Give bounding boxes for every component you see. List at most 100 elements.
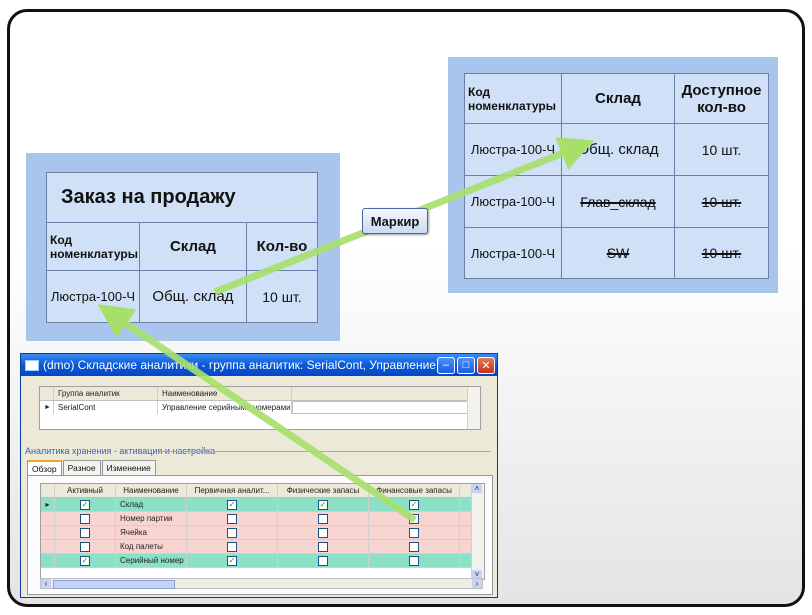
dimensions-grid-hscroll[interactable]: ‹ › — [40, 578, 483, 589]
close-icon[interactable]: ✕ — [477, 356, 495, 374]
dimension-name-cell[interactable]: Номер партии — [116, 512, 187, 525]
checkbox-financial[interactable] — [409, 541, 419, 552]
group-grid-input[interactable] — [292, 401, 468, 414]
av-row2-warehouse: Глав_склад — [561, 175, 675, 228]
dimensions-grid-row[interactable]: Код палеты — [41, 540, 484, 554]
group-grid-vscroll[interactable] — [467, 387, 480, 429]
av-row3-warehouse: SW — [561, 227, 675, 279]
active-cell: ✓ — [55, 554, 116, 567]
active-cell — [55, 526, 116, 539]
dimensions-grid[interactable]: Активный Наименование Первичная аналит..… — [40, 483, 485, 580]
maximize-icon[interactable]: □ — [457, 356, 475, 374]
physical-cell — [278, 512, 369, 525]
dimension-name-cell[interactable]: Код палеты — [116, 540, 187, 553]
checkbox-financial[interactable] — [409, 555, 419, 566]
checkbox-primary[interactable] — [227, 527, 237, 538]
financial-cell — [369, 554, 460, 567]
av-row1-qty: 10 шт. — [674, 123, 769, 176]
physical-cell — [278, 554, 369, 567]
window-app-icon — [25, 359, 39, 371]
dimensions-grid-row[interactable]: Номер партии — [41, 512, 484, 526]
window-title: (dmo) Складские аналитики - группа анали… — [43, 358, 437, 372]
checkbox-financial[interactable] — [409, 527, 419, 538]
checkbox-primary[interactable] — [227, 541, 237, 552]
financial-cell — [369, 526, 460, 539]
tab-misc[interactable]: Разное — [62, 460, 101, 476]
checkbox-physical[interactable]: ✓ — [318, 499, 328, 510]
checkbox-active[interactable] — [80, 527, 90, 538]
physical-cell: ✓ — [278, 498, 369, 511]
scroll-up-icon[interactable]: ˄ — [472, 484, 482, 493]
av-row1-warehouse: Общ. склад — [561, 123, 675, 176]
row-pointer-icon — [41, 526, 55, 539]
minimize-icon[interactable]: – — [437, 356, 455, 374]
group-grid[interactable]: Группа аналитик Наименование ► SerialCon… — [39, 386, 481, 430]
checkbox-physical[interactable] — [318, 555, 328, 566]
hscroll-thumb[interactable] — [53, 580, 175, 589]
av-header-warehouse: Склад — [561, 73, 675, 124]
primary-cell — [187, 540, 278, 553]
name-col-header[interactable]: Наименование — [158, 387, 292, 400]
primary-cell — [187, 526, 278, 539]
availability-table: Код номенклатуры Склад Доступное кол-во … — [464, 73, 769, 279]
dimension-name-cell[interactable]: Склад — [116, 498, 187, 511]
group-grid-header: Группа аналитик Наименование — [40, 387, 480, 401]
checkbox-financial[interactable]: ✓ — [409, 499, 419, 510]
marker-callout: Маркир — [362, 208, 428, 234]
group-col-header[interactable]: Группа аналитик — [54, 387, 158, 400]
so-header-qty: Кол-во — [245, 222, 319, 271]
checkbox-physical[interactable] — [318, 513, 328, 524]
name-cell[interactable]: Управление серийными номерами — [158, 401, 292, 414]
av-row1-code: Люстра-100-Ч — [464, 123, 562, 176]
dimension-name-cell[interactable]: Серийный номер — [116, 554, 187, 567]
dimensions-grid-vscroll[interactable]: ˄ ˅ — [471, 484, 484, 579]
tab-change[interactable]: Изменение — [101, 460, 156, 476]
tab-bar: Обзор Разное Изменение — [27, 460, 157, 476]
row-pointer-icon: ► — [40, 401, 54, 414]
primary-cell: ✓ — [187, 498, 278, 511]
checkbox-primary[interactable]: ✓ — [227, 555, 237, 566]
dimensions-grid-row[interactable]: Ячейка — [41, 526, 484, 540]
dimensions-grid-row[interactable]: ▸ ✓ Склад ✓ ✓ ✓ — [41, 498, 484, 512]
checkbox-financial[interactable] — [409, 513, 419, 524]
window-titlebar[interactable]: (dmo) Складские аналитики - группа анали… — [21, 354, 497, 376]
col-primary-header[interactable]: Первичная аналит... — [187, 484, 278, 497]
sales-order-panel: Заказ на продажу Код номенклатуры Склад … — [26, 153, 340, 341]
dimensions-grid-header: Активный Наименование Первичная аналит..… — [41, 484, 484, 498]
row-pointer-icon — [41, 554, 55, 567]
col-financial-header[interactable]: Финансовые запасы — [369, 484, 460, 497]
row-pointer-icon — [41, 512, 55, 525]
col-name-header[interactable]: Наименование — [116, 484, 187, 497]
dimension-name-cell[interactable]: Ячейка — [116, 526, 187, 539]
dimensions-grid-row[interactable]: ✓ Серийный номер ✓ — [41, 554, 484, 568]
av-row3-qty: 10 шт. — [674, 227, 769, 279]
physical-cell — [278, 540, 369, 553]
checkbox-physical[interactable] — [318, 527, 328, 538]
tab-overview[interactable]: Обзор — [27, 460, 62, 476]
availability-panel: Код номенклатуры Склад Доступное кол-во … — [448, 57, 778, 293]
checkbox-physical[interactable] — [318, 541, 328, 552]
checkbox-primary[interactable]: ✓ — [227, 499, 237, 510]
scroll-left-icon[interactable]: ‹ — [41, 579, 51, 588]
col-physical-header[interactable]: Физические запасы — [278, 484, 369, 497]
checkbox-active[interactable]: ✓ — [80, 555, 90, 566]
checkbox-active[interactable] — [80, 513, 90, 524]
tab-body: Активный Наименование Первичная аналит..… — [27, 475, 493, 595]
primary-cell: ✓ — [187, 554, 278, 567]
sales-order-table: Заказ на продажу Код номенклатуры Склад … — [46, 172, 319, 323]
so-cell-qty: 10 шт. — [245, 270, 319, 323]
scroll-right-icon[interactable]: › — [472, 579, 482, 588]
group-cell[interactable]: SerialCont — [54, 401, 158, 414]
checkbox-primary[interactable] — [227, 513, 237, 524]
col-active-header[interactable]: Активный — [55, 484, 116, 497]
section-divider — [161, 451, 491, 452]
checkbox-active[interactable] — [80, 541, 90, 552]
checkbox-active[interactable]: ✓ — [80, 499, 90, 510]
financial-cell — [369, 540, 460, 553]
so-cell-code: Люстра-100-Ч — [46, 270, 140, 323]
group-grid-row[interactable]: ► SerialCont Управление серийными номера… — [40, 401, 480, 414]
financial-cell: ✓ — [369, 498, 460, 511]
row-pointer-icon: ▸ — [41, 498, 55, 511]
av-row2-code: Люстра-100-Ч — [464, 175, 562, 228]
sales-order-title: Заказ на продажу — [46, 172, 318, 223]
